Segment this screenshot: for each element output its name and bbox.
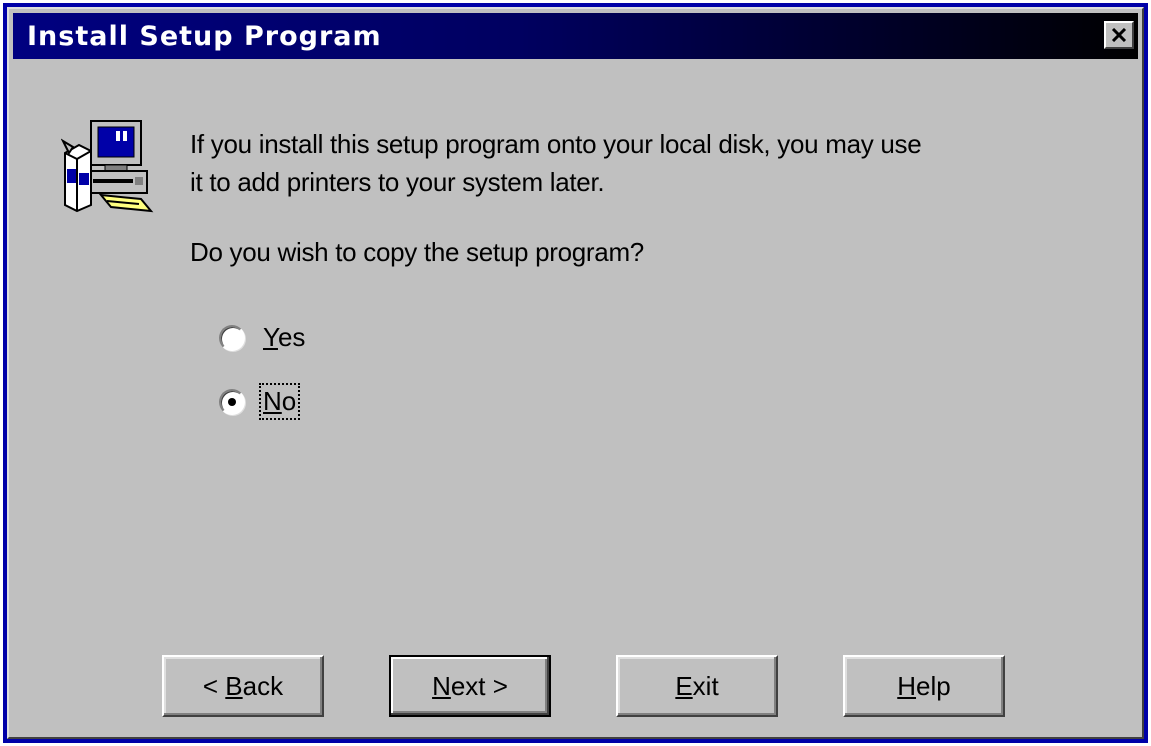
radio-no-access-key: N — [263, 386, 282, 416]
exit-button-text: xit — [692, 670, 719, 701]
radio-yes-label[interactable]: Yes — [261, 321, 307, 354]
radio-yes-access-key: Y — [263, 322, 278, 352]
radio-no[interactable] — [219, 388, 245, 415]
window-title: Install Setup Program — [27, 20, 382, 52]
dialog-window: Install Setup Program If you install thi… — [3, 3, 1148, 743]
next-button[interactable]: Next > — [389, 655, 551, 717]
next-button-text: ext > — [450, 670, 508, 701]
exit-button-access-key: E — [675, 670, 693, 701]
back-button[interactable]: < Back — [162, 655, 324, 717]
radio-option-no[interactable]: No — [219, 383, 301, 420]
radio-option-yes[interactable]: Yes — [219, 321, 307, 354]
help-button[interactable]: Help — [843, 655, 1005, 717]
title-bar[interactable]: Install Setup Program — [13, 13, 1138, 59]
radio-selected-dot — [228, 397, 236, 406]
back-button-text: ack — [242, 670, 284, 701]
close-button[interactable] — [1104, 21, 1134, 49]
close-icon — [1111, 28, 1127, 42]
radio-yes[interactable] — [219, 324, 245, 351]
computer-setup-icon — [61, 120, 154, 213]
radio-no-label[interactable]: No — [258, 383, 301, 420]
radio-yes-text: es — [277, 322, 306, 352]
help-button-text: elp — [916, 670, 951, 701]
copy-question: Do you wish to copy the setup program? — [190, 237, 644, 267]
info-message-line-1: If you install this setup program onto y… — [190, 129, 922, 159]
info-message: If you install this setup program onto y… — [190, 125, 1070, 201]
exit-button[interactable]: Exit — [616, 655, 778, 717]
back-button-prefix: < — [202, 670, 226, 701]
back-button-access-key: B — [225, 670, 243, 701]
next-button-access-key: N — [432, 670, 451, 701]
radio-no-text: o — [281, 386, 297, 416]
dialog-body: Install Setup Program If you install thi… — [7, 7, 1144, 739]
help-button-access-key: H — [897, 670, 917, 701]
info-message-line-2: it to add printers to your system later. — [190, 167, 605, 197]
